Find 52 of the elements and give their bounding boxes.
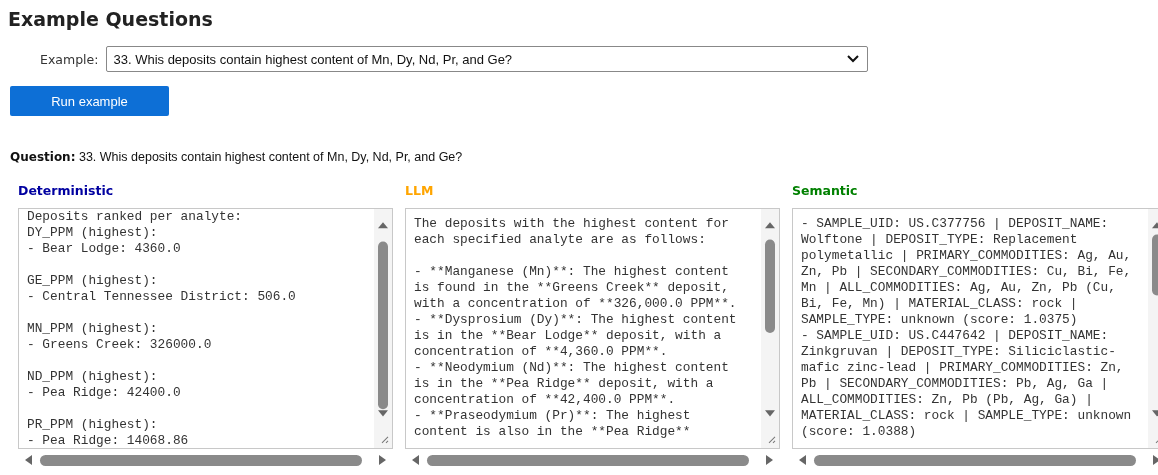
output-line: The deposits with the highest content for	[414, 216, 729, 231]
output-textarea[interactable]	[792, 208, 1158, 449]
panel-title: LLM	[405, 183, 434, 198]
output-line: Zinkgruvan | DEPOSIT_TYPE: Siliciclastic-	[801, 344, 1116, 359]
output-line: polymetallic | PRIMARY_COMMODITIES: Ag, Au,	[801, 248, 1132, 263]
vertical-scrollbar[interactable]	[761, 209, 779, 448]
output-line: - Greens Creek: 326000.0	[27, 337, 212, 352]
output-line: is found in the **Greens Creek** deposit,	[414, 280, 729, 295]
output-line: is in the **Bear Lodge** deposit, with a	[414, 328, 722, 343]
output-line: DY_PPM (highest):	[27, 225, 158, 240]
chevron-down-icon	[847, 55, 860, 63]
output-line: concentration of **4,360.0 PPM**.	[414, 344, 668, 359]
page-title: Example Questions	[8, 8, 214, 30]
output-line: - Bear Lodge: 4360.0	[27, 241, 181, 256]
output-line: SAMPLE_TYPE: unknown (score: 1.0375)	[801, 312, 1078, 327]
panel-title: Deterministic	[18, 183, 114, 198]
output-line: - Pea Ridge: 14068.86	[27, 433, 189, 448]
output-line: Mn | ALL_COMMODITIES: Ag, Au, Zn, Pb (Cu,	[801, 280, 1116, 295]
output-line: Deposits ranked per analyte:	[27, 209, 243, 224]
output-line: MN_PPM (highest):	[27, 321, 158, 336]
example-label: Example:	[40, 51, 99, 67]
output-line: mafic zinc-lead | PRIMARY_COMMODITIES: Zn,	[801, 360, 1124, 375]
panel-title: Semantic	[792, 183, 858, 198]
output-line: ND_PPM (highest):	[27, 369, 158, 384]
output-line: ALL_COMMODITIES: Zn, Pb (Pb, Ag, Ga) |	[801, 392, 1093, 407]
output-line: content is also in the **Pea Ridge**	[414, 424, 691, 439]
output-line: MATERIAL_CLASS: rock | SAMPLE_TYPE: unknown	[801, 408, 1132, 423]
output-line: each specified analyte are as follows:	[414, 232, 706, 247]
output-line: - SAMPLE_UID: US.C447642 | DEPOSIT_NAME:	[801, 328, 1109, 343]
output-line: concentration of **42,400.0 PPM**.	[414, 392, 676, 407]
run-example-button[interactable]: Run example	[10, 86, 169, 116]
output-line: GE_PPM (highest):	[27, 273, 158, 288]
vertical-scrollbar[interactable]	[374, 209, 392, 448]
output-line: - Central Tennessee District: 506.0	[27, 289, 296, 304]
question-text: Question: 33. Whis deposits contain highest content of Mn, Dy, Nd, Pr, and Ge?	[10, 150, 464, 164]
output-line: Zn, Pb | SECONDARY_COMMODITIES: Cu, Bi, Fe,	[801, 264, 1132, 279]
output-line: Pb | SECONDARY_COMMODITIES: Pb, Ag, Ga |	[801, 376, 1109, 391]
output-line: - **Dysprosium (Dy)**: The highest content	[414, 312, 737, 327]
output-line: - Pea Ridge: 42400.0	[27, 385, 181, 400]
output-line: Bi, Fe, Mn) | MATERIAL_CLASS: rock |	[801, 296, 1078, 311]
example-dropdown[interactable]: 33. Whis deposits contain highest content of Mn, Dy, Nd, Pr, and Ge?	[106, 46, 869, 72]
output-line: - **Manganese (Mn)**: The highest content	[414, 264, 729, 279]
output-textarea[interactable]	[405, 208, 780, 449]
output-line: - SAMPLE_UID: US.C377756 | DEPOSIT_NAME:	[801, 216, 1109, 231]
output-line: with a concentration of **326,000.0 PPM**.	[414, 296, 737, 311]
output-line: - **Praseodymium (Pr)**: The highest	[414, 408, 691, 423]
output-line: is in the **Pea Ridge** deposit, with a	[414, 376, 714, 391]
output-line: (score: 1.0388)	[801, 424, 917, 439]
output-textarea[interactable]	[18, 208, 393, 449]
output-line: PR_PPM (highest):	[27, 417, 158, 432]
output-line: - **Neodymium (Nd)**: The highest content	[414, 360, 729, 375]
output-line: Wolftone | DEPOSIT_TYPE: Replacement	[801, 232, 1078, 247]
